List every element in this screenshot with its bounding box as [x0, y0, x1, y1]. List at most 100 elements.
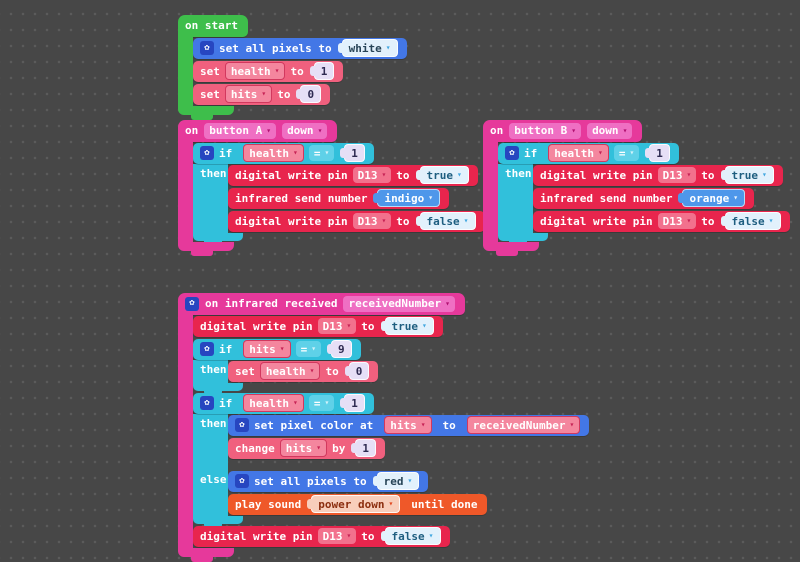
- comparison-dropdown[interactable]: = ▾: [309, 145, 334, 161]
- variable-name: receivedNumber: [473, 419, 566, 432]
- on-button-b-block[interactable]: on button B ▾ down ▾ ✿ if health ▾: [483, 119, 790, 251]
- variable-dropdown[interactable]: hits ▾: [225, 85, 272, 103]
- event-dropdown[interactable]: down ▾: [282, 123, 327, 139]
- gear-icon[interactable]: ✿: [235, 418, 249, 432]
- number-input[interactable]: 0: [349, 362, 370, 380]
- comparison-op: =: [314, 397, 321, 410]
- on-start-hat[interactable]: on start: [178, 15, 248, 37]
- boolean-dropdown[interactable]: false ▾: [385, 527, 441, 545]
- infrared-send-number-block[interactable]: infrared send number orange ▾: [533, 188, 754, 209]
- number-input[interactable]: 9: [331, 340, 352, 358]
- on-button-a-block[interactable]: on button A ▾ down ▾ ✿ if health ▾: [178, 119, 485, 251]
- infrared-send-number-block[interactable]: infrared send number indigo ▾: [228, 188, 449, 209]
- gear-icon[interactable]: ✿: [505, 146, 519, 160]
- if-condition-row[interactable]: ✿ if health ▾ = ▾ 1: [498, 143, 679, 164]
- change-variable-block[interactable]: change hits ▾ by 1: [228, 438, 385, 459]
- variable-dropdown[interactable]: health ▾: [260, 362, 321, 380]
- color-dropdown[interactable]: red ▾: [377, 472, 420, 490]
- variable-dropdown[interactable]: hits ▾: [384, 416, 431, 434]
- number-input[interactable]: 1: [649, 144, 670, 162]
- variable-dropdown[interactable]: health ▾: [243, 144, 304, 162]
- pin-dropdown[interactable]: D13 ▾: [318, 318, 357, 334]
- param-dropdown[interactable]: receivedNumber ▾: [343, 296, 455, 312]
- gear-icon[interactable]: ✿: [235, 474, 249, 488]
- pin-dropdown[interactable]: D13 ▾: [658, 213, 697, 229]
- comparison-dropdown[interactable]: = ▾: [614, 145, 639, 161]
- block-label: digital write pin: [200, 530, 313, 543]
- gear-icon[interactable]: ✿: [200, 146, 214, 160]
- dropdown-arrow-icon: ▾: [422, 322, 427, 330]
- event-dropdown[interactable]: down ▾: [587, 123, 632, 139]
- if-then-else-block[interactable]: ✿ if health ▾ = ▾ 1 the: [193, 393, 589, 524]
- dropdown-arrow-icon: ▾: [324, 149, 329, 157]
- boolean-dropdown[interactable]: true ▾: [385, 317, 434, 335]
- on-infrared-hat[interactable]: ✿ on infrared received receivedNumber ▾: [178, 293, 465, 315]
- then-spine: then: [193, 414, 228, 460]
- digital-write-pin-block[interactable]: digital write pin D13 ▾ to true ▾: [193, 316, 443, 337]
- gear-icon[interactable]: ✿: [185, 297, 199, 311]
- set-pixel-color-block[interactable]: ✿ set pixel color at hits ▾ to receivedN…: [228, 415, 589, 436]
- gear-icon[interactable]: ✿: [200, 396, 214, 410]
- boolean-dropdown[interactable]: false ▾: [420, 212, 476, 230]
- on-button-hat[interactable]: on button B ▾ down ▾: [483, 120, 642, 142]
- boolean-dropdown[interactable]: false ▾: [725, 212, 781, 230]
- variable-dropdown[interactable]: health ▾: [225, 62, 286, 80]
- pin-dropdown[interactable]: D13 ▾: [353, 213, 392, 229]
- number-input[interactable]: 1: [314, 62, 335, 80]
- if-condition-row[interactable]: ✿ if health ▾ = ▾ 1: [193, 393, 374, 414]
- variable-dropdown[interactable]: health ▾: [548, 144, 609, 162]
- number-value: 1: [351, 397, 358, 410]
- digital-write-pin-block[interactable]: digital write pin D13 ▾ to false ▾: [228, 211, 485, 232]
- number-input[interactable]: 0: [300, 85, 321, 103]
- comparison-dropdown[interactable]: = ▾: [309, 395, 334, 411]
- pin-dropdown[interactable]: D13 ▾: [658, 167, 697, 183]
- if-condition-row[interactable]: ✿ if health ▾ = ▾ 1: [193, 143, 374, 164]
- gear-icon[interactable]: ✿: [200, 342, 214, 356]
- event-value: down: [592, 124, 619, 137]
- play-sound-block[interactable]: play sound power down ▾ until done: [228, 494, 487, 515]
- digital-write-pin-block[interactable]: digital write pin D13 ▾ to true ▾: [228, 165, 478, 186]
- if-then-block[interactable]: ✿ if hits ▾ = ▾ 9 then: [193, 339, 378, 391]
- digital-write-pin-block[interactable]: digital write pin D13 ▾ to true ▾: [533, 165, 783, 186]
- block-label: set: [200, 65, 220, 78]
- block-editor-canvas[interactable]: { "colors": { "canvas": "#474747", "dot"…: [0, 0, 800, 559]
- comparison-dropdown[interactable]: = ▾: [296, 341, 321, 357]
- dropdown-arrow-icon: ▾: [346, 532, 351, 540]
- digital-write-pin-block[interactable]: digital write pin D13 ▾ to false ▾: [533, 211, 790, 232]
- variable-dropdown[interactable]: hits ▾: [243, 340, 290, 358]
- variable-dropdown[interactable]: hits ▾: [280, 439, 327, 457]
- pin-dropdown[interactable]: D13 ▾: [318, 528, 357, 544]
- digital-write-pin-block[interactable]: digital write pin D13 ▾ to false ▾: [193, 526, 450, 547]
- color-dropdown[interactable]: white ▾: [342, 39, 398, 57]
- sound-dropdown[interactable]: power down ▾: [311, 495, 400, 513]
- gear-icon[interactable]: ✿: [200, 41, 214, 55]
- number-color-dropdown[interactable]: orange ▾: [682, 189, 745, 207]
- pin-dropdown[interactable]: D13 ▾: [353, 167, 392, 183]
- number-input[interactable]: 1: [344, 394, 365, 412]
- else-label: else: [200, 473, 227, 486]
- block-label: set all pixels to: [219, 42, 332, 55]
- boolean-dropdown[interactable]: true ▾: [420, 166, 469, 184]
- if-then-block[interactable]: ✿ if health ▾ = ▾ 1 the: [498, 143, 790, 241]
- then-spine: then: [193, 164, 228, 233]
- button-dropdown[interactable]: button B ▾: [509, 123, 581, 139]
- number-input[interactable]: 1: [344, 144, 365, 162]
- dropdown-arrow-icon: ▾: [686, 217, 691, 225]
- boolean-dropdown[interactable]: true ▾: [725, 166, 774, 184]
- on-infrared-received-block[interactable]: ✿ on infrared received receivedNumber ▾ …: [178, 290, 589, 557]
- variable-dropdown[interactable]: health ▾: [243, 394, 304, 412]
- set-variable-block[interactable]: set hits ▾ to 0: [193, 84, 330, 105]
- on-button-hat[interactable]: on button A ▾ down ▾: [178, 120, 337, 142]
- variable-dropdown[interactable]: receivedNumber ▾: [467, 416, 581, 434]
- set-variable-block[interactable]: set health ▾ to 0: [228, 361, 378, 382]
- button-dropdown[interactable]: button A ▾: [204, 123, 276, 139]
- if-then-block[interactable]: ✿ if health ▾ = ▾ 1 the: [193, 143, 485, 241]
- on-start-block[interactable]: on start ✿ set all pixels to white ▾ set…: [178, 14, 407, 115]
- set-all-pixels-block[interactable]: ✿ set all pixels to white ▾: [193, 38, 407, 59]
- if-condition-row[interactable]: ✿ if hits ▾ = ▾ 9: [193, 339, 361, 360]
- set-variable-block[interactable]: set health ▾ to 1: [193, 61, 343, 82]
- number-input[interactable]: 1: [355, 439, 376, 457]
- dropdown-arrow-icon: ▾: [629, 149, 634, 157]
- number-color-dropdown[interactable]: indigo ▾: [377, 189, 440, 207]
- set-all-pixels-block[interactable]: ✿ set all pixels to red ▾: [228, 471, 428, 492]
